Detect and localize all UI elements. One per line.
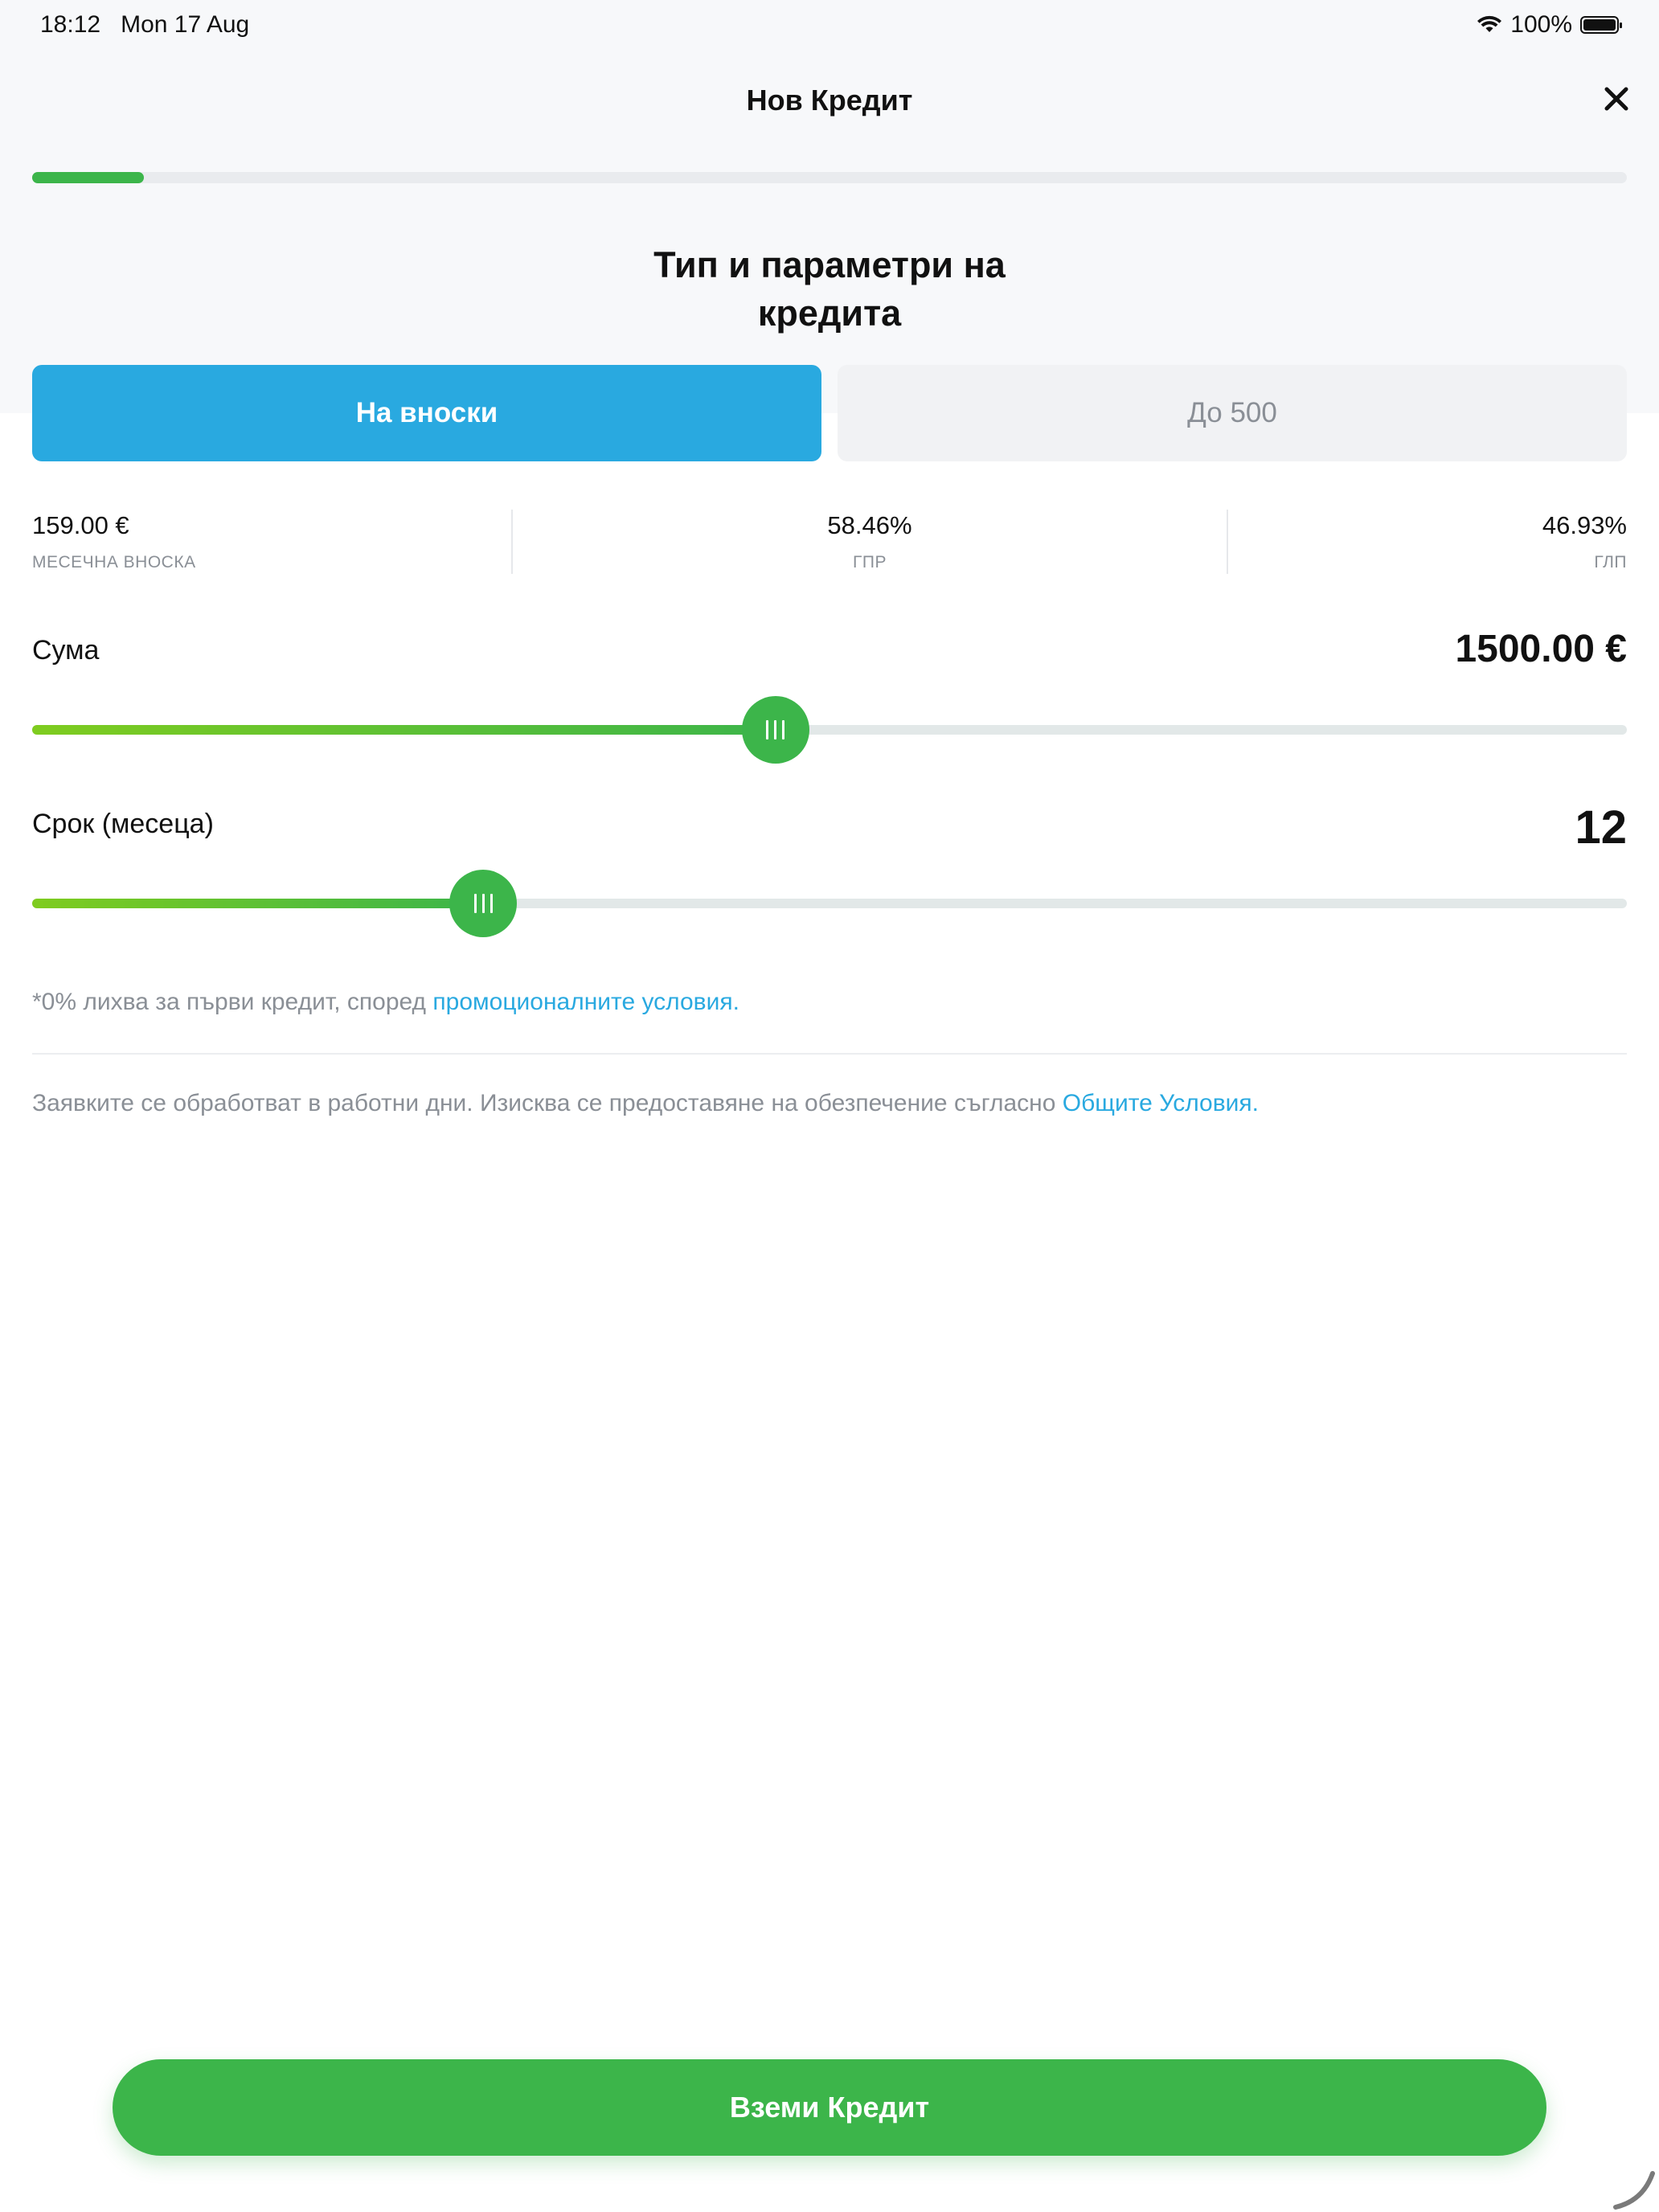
term-slider-fill — [32, 899, 484, 908]
battery-percentage: 100% — [1510, 11, 1572, 38]
general-terms-link[interactable]: Общите Условия — [1063, 1090, 1252, 1116]
amount-value: 1500.00 € — [1455, 628, 1627, 670]
promo-note-end: . — [732, 989, 739, 1015]
grip-icon — [473, 894, 493, 913]
stat-glp: 46.93% ГЛП — [1145, 511, 1627, 572]
term-value: 12 — [1575, 801, 1627, 854]
amount-slider[interactable] — [32, 696, 1627, 764]
status-date: Mon 17 Aug — [121, 11, 250, 38]
gpr-value: 58.46% — [827, 511, 912, 539]
wifi-icon — [1477, 15, 1502, 32]
step-progress-bar — [32, 172, 1627, 183]
gpr-label: ГПР — [853, 553, 887, 571]
stat-divider — [511, 510, 513, 574]
stat-gpr: 58.46% ГПР — [629, 511, 1111, 572]
status-clock: 18:12 — [40, 11, 101, 38]
grip-icon — [766, 720, 785, 739]
term-slider-thumb[interactable] — [449, 870, 518, 937]
section-title-line1: Тип и параметри на — [653, 244, 1006, 285]
status-time: 18:12 Mon 17 Aug — [40, 11, 249, 39]
term-label: Срок (месеца) — [32, 809, 214, 839]
monthly-installment-label: МЕСЕЧНА ВНОСКА — [32, 553, 196, 571]
divider — [32, 1053, 1627, 1055]
page-title: Нов Кредит — [746, 84, 913, 117]
section-title: Тип и параметри на кредита — [563, 241, 1096, 338]
glp-label: ГЛП — [1594, 553, 1627, 571]
amount-label: Сума — [32, 635, 100, 666]
close-icon[interactable] — [1601, 84, 1632, 114]
monthly-installment-value: 159.00 € — [32, 511, 129, 539]
tab-up-to-500-label: До 500 — [1187, 397, 1277, 428]
promo-note: *0% лихва за първи кредит, според промоц… — [32, 989, 1627, 1016]
header-background — [0, 0, 1659, 413]
take-credit-button[interactable]: Вземи Кредит — [113, 2059, 1546, 2156]
amount-slider-fill — [32, 725, 776, 735]
processing-note-text: Заявките се обработват в работни дни. Из… — [32, 1090, 1063, 1116]
tab-up-to-500[interactable]: До 500 — [838, 365, 1627, 461]
tab-installments-label: На вноски — [355, 397, 498, 428]
section-title-line2: кредита — [757, 293, 902, 334]
tab-installments[interactable]: На вноски — [32, 365, 821, 461]
glp-value: 46.93% — [1542, 511, 1627, 539]
status-indicators: 100% — [1477, 11, 1622, 39]
step-progress-fill — [32, 172, 144, 183]
stat-monthly-installment: 159.00 € МЕСЕЧНА ВНОСКА — [32, 511, 514, 572]
scroll-indicator-icon — [1613, 2171, 1655, 2210]
amount-slider-thumb[interactable] — [741, 696, 809, 764]
promo-conditions-link[interactable]: промоционалните условия — [432, 989, 732, 1015]
processing-note-end: . — [1251, 1090, 1260, 1116]
battery-icon — [1580, 16, 1622, 34]
processing-note: Заявките се обработват в работни дни. Из… — [32, 1090, 1627, 1117]
term-slider[interactable] — [32, 870, 1627, 937]
promo-note-text: *0% лихва за първи кредит, според — [32, 989, 433, 1015]
take-credit-label: Вземи Кредит — [729, 2091, 930, 2124]
